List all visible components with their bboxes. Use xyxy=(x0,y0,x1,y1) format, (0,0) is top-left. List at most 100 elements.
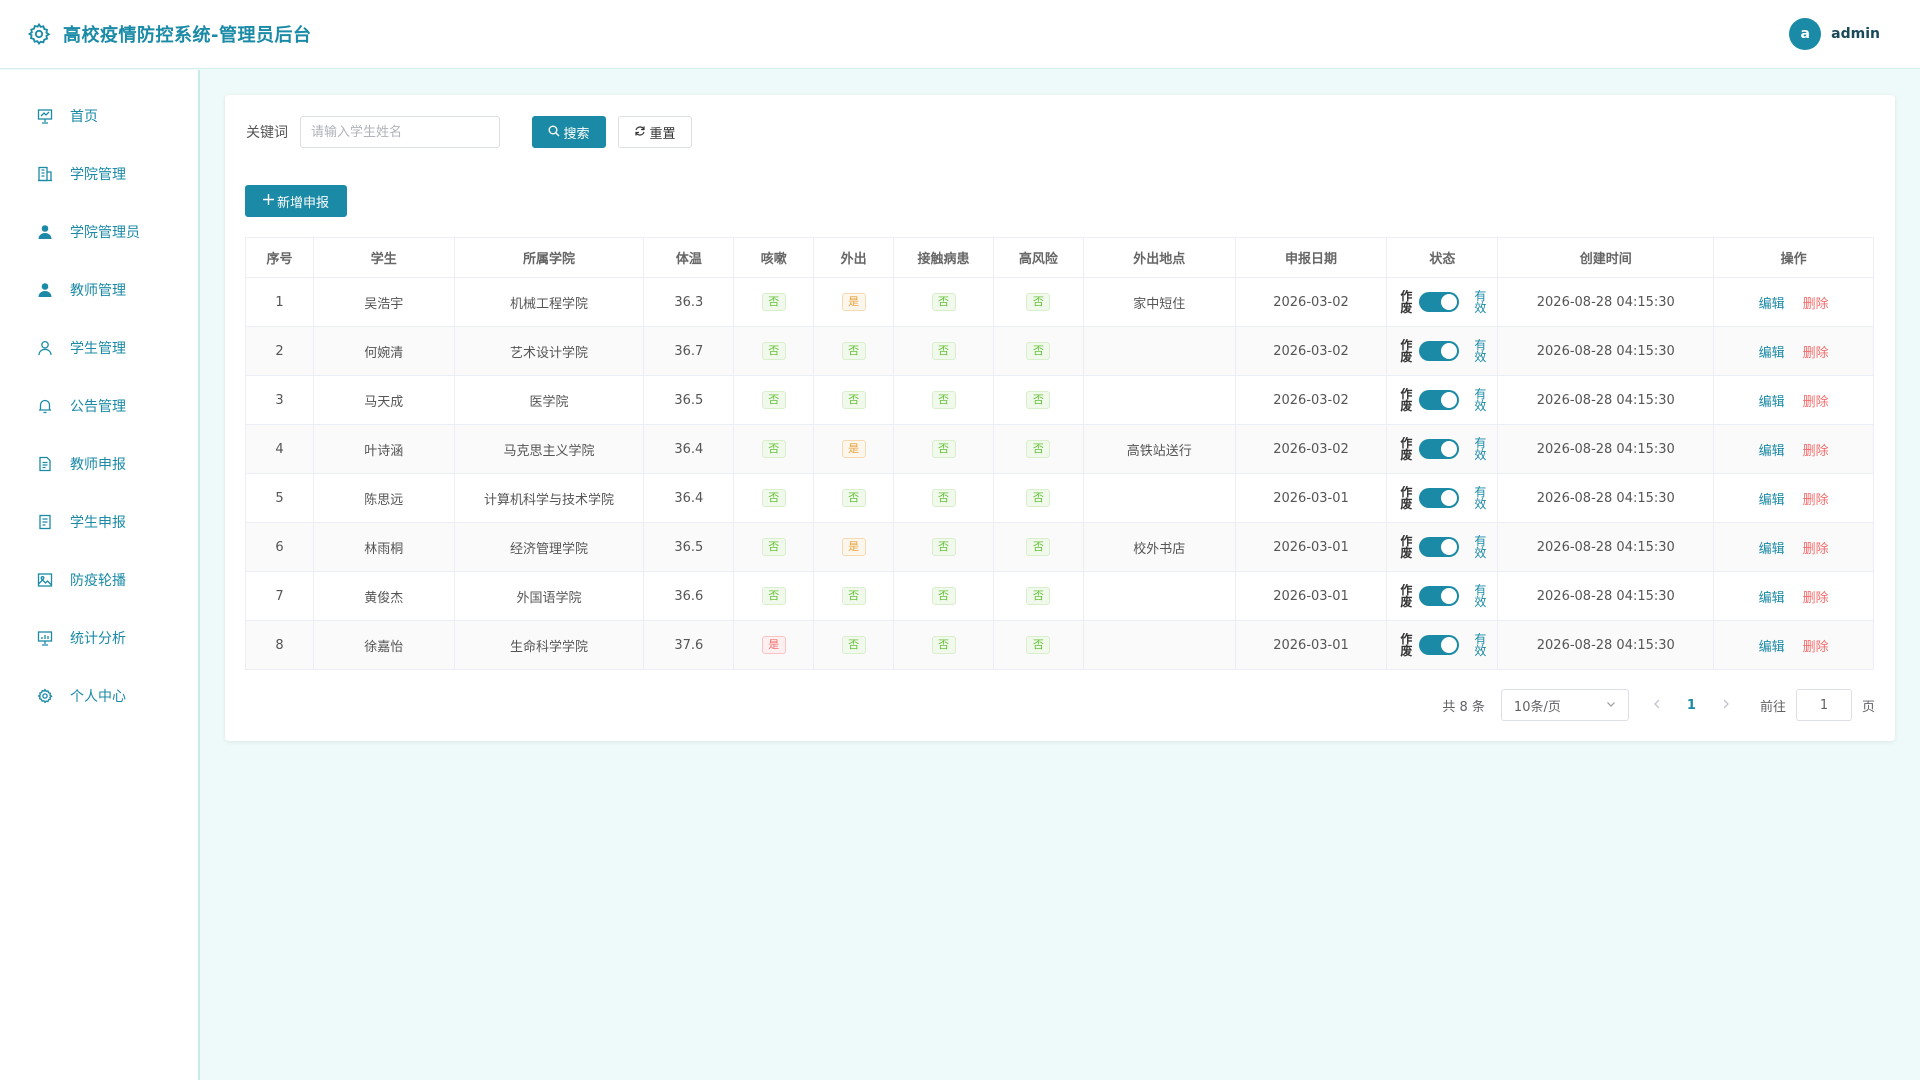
status-toggle[interactable] xyxy=(1419,488,1460,508)
cell-cough: 否 xyxy=(733,571,815,621)
picture-icon xyxy=(36,571,54,589)
cell-created: 2026-08-28 04:15:30 xyxy=(1497,522,1715,572)
cell-status: 作废 有效 xyxy=(1386,571,1499,621)
cell-no: 3 xyxy=(245,375,314,425)
risk-tag: 否 xyxy=(1026,342,1051,360)
cell-college: 外国语学院 xyxy=(453,571,645,621)
sidebar-item-student-report[interactable]: 学生申报 xyxy=(0,493,198,551)
risk-tag: 否 xyxy=(1026,538,1051,556)
cell-no: 5 xyxy=(245,473,314,523)
sidebar-item-profile[interactable]: 个人中心 xyxy=(0,667,198,725)
table-row: 1 吴浩宇 机械工程学院 36.3 否 是 否 否 家中短住 2026-03-02 作废 有效 2026… xyxy=(245,277,1874,327)
prev-page-button[interactable] xyxy=(1653,697,1661,713)
delete-button[interactable]: 删除 xyxy=(1803,542,1829,557)
status-toggle[interactable] xyxy=(1419,439,1460,459)
cell-created: 2026-08-28 04:15:30 xyxy=(1497,375,1715,425)
user-filled-icon xyxy=(36,281,54,299)
search-input[interactable] xyxy=(300,116,500,148)
cell-risk: 否 xyxy=(992,277,1084,327)
sidebar-item-teacher-management[interactable]: 教师管理 xyxy=(0,261,198,319)
edit-button[interactable]: 编辑 xyxy=(1759,493,1785,508)
username[interactable]: admin xyxy=(1831,26,1880,42)
sidebar-item-statistics[interactable]: 统计分析 xyxy=(0,609,198,667)
risk-tag: 否 xyxy=(1026,440,1051,458)
edit-button[interactable]: 编辑 xyxy=(1759,297,1785,312)
table-row: 3 马天成 医学院 36.5 否 否 否 否 2026-03-02 作废 有效 2026-08-28 … xyxy=(245,375,1874,425)
status-on-label: 有效 xyxy=(1474,437,1487,461)
edit-button[interactable]: 编辑 xyxy=(1759,542,1785,557)
delete-button[interactable]: 删除 xyxy=(1803,640,1829,655)
building-icon xyxy=(36,165,54,183)
sidebar-item-college-management[interactable]: 学院管理 xyxy=(0,145,198,203)
status-toggle[interactable] xyxy=(1419,537,1460,557)
delete-button[interactable]: 删除 xyxy=(1803,346,1829,361)
cell-contact: 否 xyxy=(893,375,994,425)
edit-button[interactable]: 编辑 xyxy=(1759,591,1785,606)
add-report-button[interactable]: 新增申报 xyxy=(245,185,347,217)
status-on-label: 有效 xyxy=(1474,535,1487,559)
page-number[interactable]: 1 xyxy=(1687,698,1696,713)
column-header: 咳嗽 xyxy=(733,237,815,278)
avatar[interactable]: a xyxy=(1789,18,1822,50)
sidebar-item-announcement-management[interactable]: 公告管理 xyxy=(0,377,198,435)
user-menu[interactable]: a admin xyxy=(1789,18,1880,50)
sidebar-item-teacher-report[interactable]: 教师申报 xyxy=(0,435,198,493)
reset-button[interactable]: 重置 xyxy=(618,116,692,148)
status-on-label: 有效 xyxy=(1474,633,1487,657)
status-toggle[interactable] xyxy=(1419,390,1460,410)
cell-created: 2026-08-28 04:15:30 xyxy=(1497,424,1715,474)
cell-risk: 否 xyxy=(992,473,1084,523)
add-report-label: 新增申报 xyxy=(276,195,329,211)
cell-temperature: 37.6 xyxy=(643,620,735,670)
column-header: 所属学院 xyxy=(453,237,645,278)
cell-actions: 编辑 删除 xyxy=(1713,620,1874,670)
edit-button[interactable]: 编辑 xyxy=(1759,395,1785,410)
contact-tag: 否 xyxy=(931,391,956,409)
delete-button[interactable]: 删除 xyxy=(1803,297,1829,312)
cough-tag: 否 xyxy=(761,342,786,360)
sidebar-item-college-admin[interactable]: 学院管理员 xyxy=(0,203,198,261)
table-row: 2 何婉清 艺术设计学院 36.7 否 否 否 否 2026-03-02 作废 有效 2026-08-… xyxy=(245,326,1874,376)
sidebar-item-carousel[interactable]: 防疫轮播 xyxy=(0,551,198,609)
user-filled-icon xyxy=(36,223,54,241)
delete-button[interactable]: 删除 xyxy=(1803,444,1829,459)
cell-college: 医学院 xyxy=(453,375,645,425)
cell-risk: 否 xyxy=(992,375,1084,425)
cell-date: 2026-03-01 xyxy=(1234,571,1388,621)
status-off-label: 作废 xyxy=(1400,339,1413,363)
edit-button[interactable]: 编辑 xyxy=(1759,640,1785,655)
next-page-button[interactable] xyxy=(1722,697,1730,713)
cell-college: 经济管理学院 xyxy=(453,522,645,572)
column-header: 高风险 xyxy=(992,237,1084,278)
cell-cough: 否 xyxy=(733,277,815,327)
status-toggle[interactable] xyxy=(1419,586,1460,606)
out-tag: 是 xyxy=(841,293,866,311)
sidebar-item-label: 防疫轮播 xyxy=(70,573,126,589)
delete-button[interactable]: 删除 xyxy=(1803,493,1829,508)
cell-risk: 否 xyxy=(992,326,1084,376)
cell-date: 2026-03-02 xyxy=(1234,277,1388,327)
page-size-select[interactable]: 10条/页 xyxy=(1500,689,1629,721)
cell-actions: 编辑 删除 xyxy=(1713,571,1874,621)
cell-place xyxy=(1082,326,1236,376)
cell-place xyxy=(1082,375,1236,425)
sidebar-item-student-management[interactable]: 学生管理 xyxy=(0,319,198,377)
cell-contact: 否 xyxy=(893,277,994,327)
search-button[interactable]: 搜索 xyxy=(532,116,606,148)
delete-button[interactable]: 删除 xyxy=(1803,591,1829,606)
status-toggle[interactable] xyxy=(1419,292,1460,312)
sidebar-item-home[interactable]: 首页 xyxy=(0,87,198,145)
table-row: 7 黄俊杰 外国语学院 36.6 否 否 否 否 2026-03-01 作废 有效 2026-08-2… xyxy=(245,571,1874,621)
edit-button[interactable]: 编辑 xyxy=(1759,346,1785,361)
cell-risk: 否 xyxy=(992,571,1084,621)
edit-button[interactable]: 编辑 xyxy=(1759,444,1785,459)
pagination: 共 8 条 10条/页 1 前往 页 xyxy=(1442,689,1875,721)
delete-button[interactable]: 删除 xyxy=(1803,395,1829,410)
status-toggle[interactable] xyxy=(1419,635,1460,655)
cell-date: 2026-03-02 xyxy=(1234,326,1388,376)
cell-place xyxy=(1082,620,1236,670)
status-toggle[interactable] xyxy=(1419,341,1460,361)
bell-icon xyxy=(36,397,54,415)
status-on-label: 有效 xyxy=(1474,388,1487,412)
goto-page-input[interactable] xyxy=(1795,689,1852,721)
